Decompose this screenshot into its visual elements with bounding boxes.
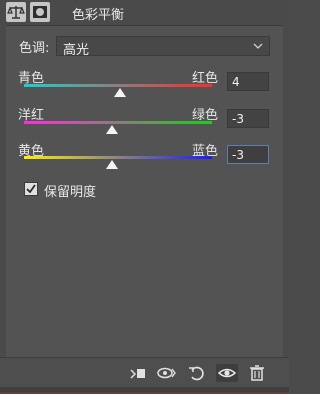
tone-select[interactable]: 高光 [56,36,270,58]
view-previous-icon[interactable] [156,364,178,382]
cyan-red-track[interactable] [24,84,212,87]
visibility-eye-icon[interactable] [216,364,238,382]
reset-icon[interactable] [186,364,208,382]
layer-mask-icon[interactable] [30,2,50,22]
cyan-red-slider-thumb[interactable] [114,88,126,97]
panel-left-edge [0,25,6,357]
tone-select-value: 高光 [63,43,90,58]
trash-icon[interactable] [246,364,268,382]
yellow-blue-value-field[interactable]: -3 [227,145,269,164]
cyan-red-value-field[interactable]: 4 [227,72,269,91]
yellow-blue-track[interactable] [24,156,212,159]
checkmark-icon [26,184,36,194]
properties-panel: 色彩平衡 色调: 高光 青色 红色 4 洋红 绿色 -3 黄色 蓝色 -3 保留… [0,0,289,394]
panel-footer [0,357,289,388]
magenta-green-slider-thumb[interactable] [106,125,118,134]
panel-right-edge [283,25,289,357]
yellow-blue-slider-thumb[interactable] [106,160,118,169]
clip-to-layer-icon[interactable] [126,364,148,382]
magenta-green-value-field[interactable]: -3 [227,109,269,128]
panel-title: 色彩平衡 [72,8,125,23]
preserve-luminosity-label: 保留明度 [44,185,97,200]
panel-header: 色彩平衡 [0,0,289,26]
magenta-green-track[interactable] [24,121,212,124]
preserve-luminosity-checkbox[interactable] [24,182,38,196]
tone-label: 色调: [19,41,50,56]
balance-scale-icon[interactable] [6,2,26,22]
chevron-down-icon [253,43,263,49]
